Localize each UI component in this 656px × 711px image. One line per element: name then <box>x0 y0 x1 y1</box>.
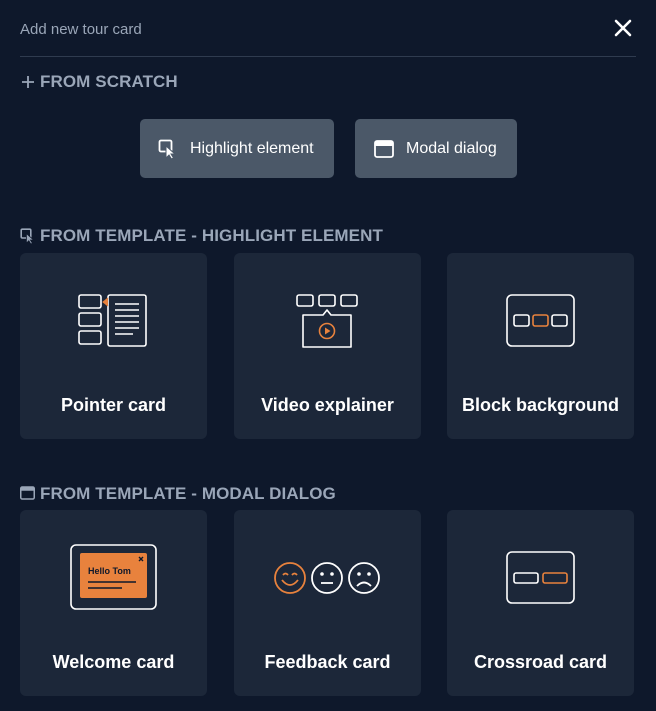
template-modal-heading: FROM TEMPLATE - MODAL DIALOG <box>20 484 336 504</box>
pointer-card-template[interactable]: Pointer card <box>20 253 207 439</box>
dialog-header: Add new tour card <box>20 0 636 57</box>
welcome-card-illustration: Hello Tom <box>20 544 207 610</box>
template-highlight-label: FROM TEMPLATE - HIGHLIGHT ELEMENT <box>40 226 383 245</box>
video-explainer-illustration <box>234 289 421 353</box>
add-tour-card-dialog: Add new tour card FROM SCRATCH Highlight… <box>0 0 656 711</box>
from-scratch-heading: FROM SCRATCH <box>20 72 178 92</box>
hello-tom-text: Hello Tom <box>88 566 131 576</box>
crossroad-card-label: Crossroad card <box>473 652 608 672</box>
block-background-label: Block background <box>461 395 620 415</box>
template-highlight-heading: FROM TEMPLATE - HIGHLIGHT ELEMENT <box>20 226 383 246</box>
block-background-illustration <box>447 289 634 353</box>
feedback-faces-illustration <box>234 546 421 610</box>
modal-window-icon <box>374 139 394 158</box>
highlight-element-button[interactable]: Highlight element <box>140 119 334 178</box>
welcome-card-label: Welcome card <box>52 652 175 672</box>
modal-dialog-label: Modal dialog <box>406 139 497 157</box>
highlight-cursor-icon <box>20 228 36 244</box>
close-icon <box>614 19 632 37</box>
from-scratch-label: FROM SCRATCH <box>40 72 178 91</box>
video-explainer-template[interactable]: Video explainer <box>234 253 421 439</box>
template-modal-label: FROM TEMPLATE - MODAL DIALOG <box>40 484 336 503</box>
video-explainer-label: Video explainer <box>261 395 394 415</box>
pointer-card-illustration <box>20 289 207 353</box>
feedback-card-label: Feedback card <box>264 652 391 672</box>
modal-window-icon <box>20 486 36 502</box>
highlight-element-label: Highlight element <box>190 139 314 157</box>
welcome-card-template[interactable]: Hello Tom Welcome card <box>20 510 207 696</box>
close-button[interactable] <box>612 17 634 39</box>
crossroad-card-illustration <box>447 546 634 610</box>
block-background-template[interactable]: Block background <box>447 253 634 439</box>
pointer-card-label: Pointer card <box>60 395 167 415</box>
plus-icon <box>20 74 36 90</box>
modal-dialog-button[interactable]: Modal dialog <box>355 119 517 178</box>
highlight-cursor-icon <box>158 139 178 159</box>
crossroad-card-template[interactable]: Crossroad card <box>447 510 634 696</box>
dialog-title: Add new tour card <box>20 21 142 38</box>
feedback-card-template[interactable]: Feedback card <box>234 510 421 696</box>
